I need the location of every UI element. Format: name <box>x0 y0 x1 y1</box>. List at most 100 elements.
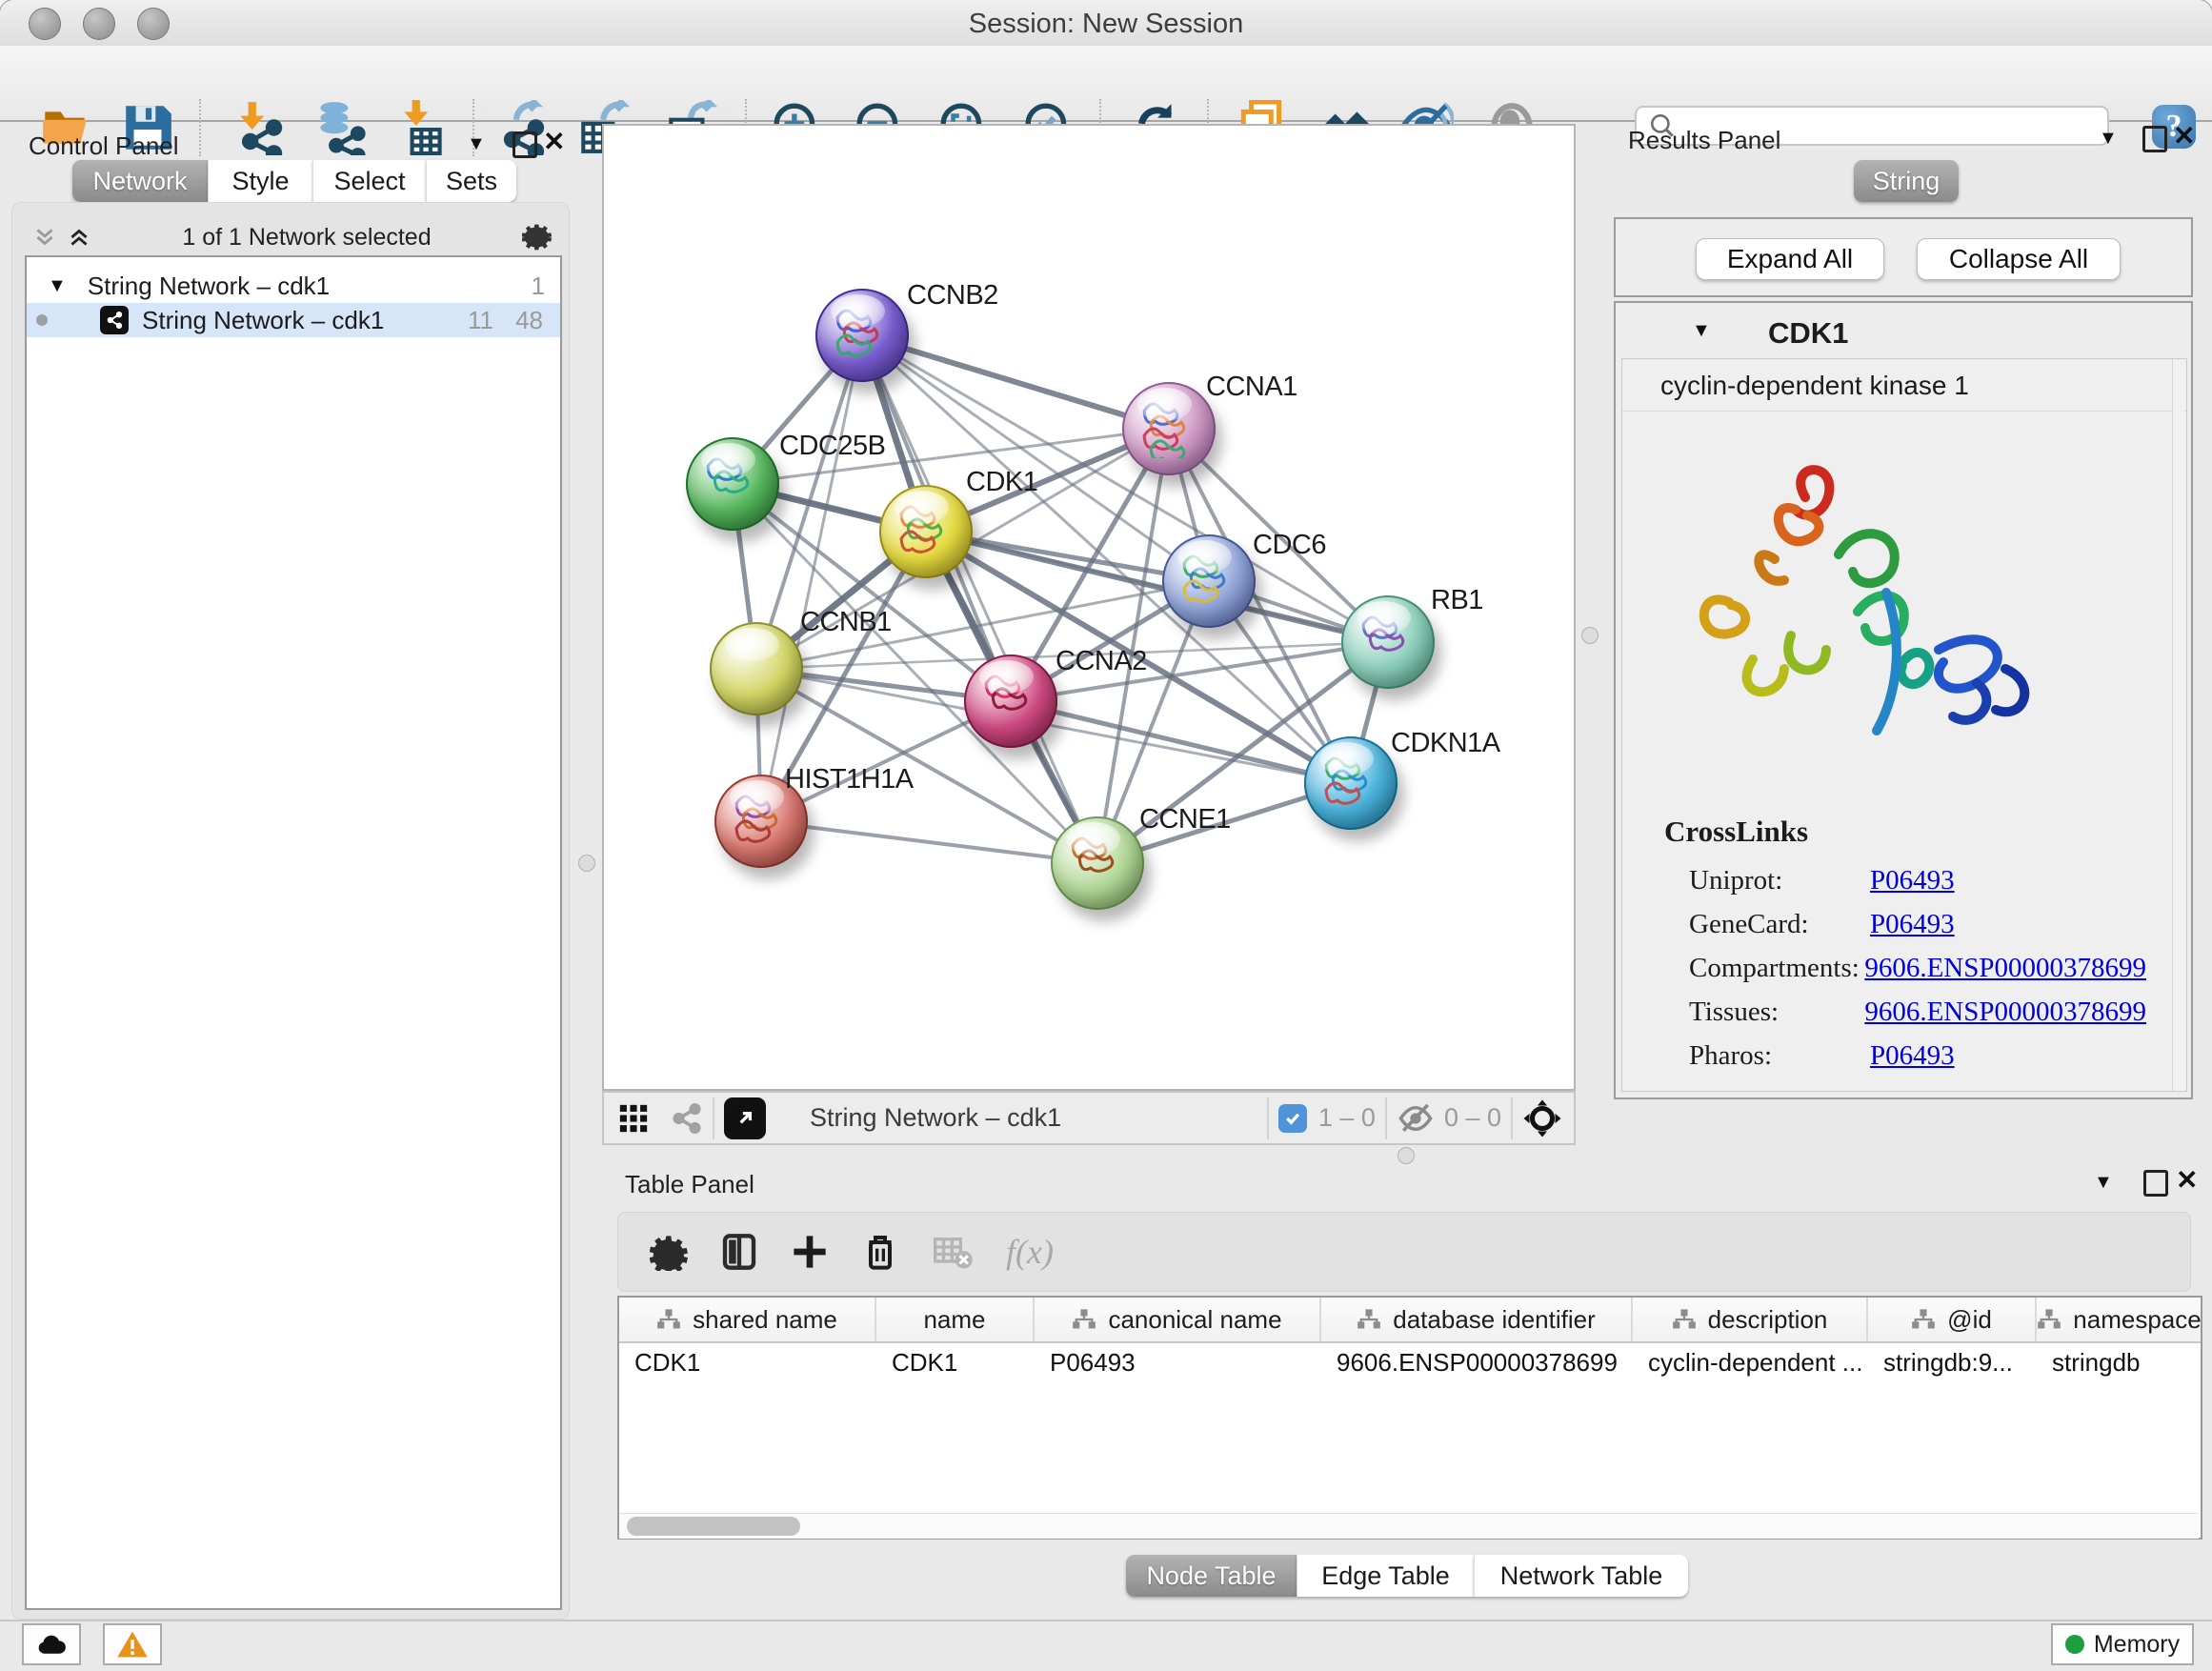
table-row: CDK1CDK1P064939606.ENSP00000378699cyclin… <box>619 1343 2201 1381</box>
cloud-button[interactable] <box>22 1623 81 1665</box>
separator <box>1267 1097 1269 1139</box>
tab-network[interactable]: Network <box>72 160 208 202</box>
edge-HIST1H1A-CCNE1[interactable] <box>761 821 1097 863</box>
node-RB1[interactable] <box>1341 595 1435 689</box>
column-header-description[interactable]: description <box>1633 1298 1868 1341</box>
import-network-from-file-icon[interactable] <box>232 100 288 155</box>
grid-icon[interactable] <box>617 1102 650 1135</box>
results-scrollbar[interactable] <box>2172 359 2184 1091</box>
tab-style[interactable]: Style <box>208 160 312 202</box>
hierarchy-icon <box>1072 1308 1096 1331</box>
collapse-all-button[interactable]: Collapse All <box>1917 238 2121 280</box>
node-CDC25B[interactable] <box>686 437 779 531</box>
crosslink-value-link[interactable]: 9606.ENSP00000378699 <box>1864 953 2146 984</box>
column-header-namespace[interactable]: namespace <box>2037 1298 2202 1341</box>
delete-column-icon[interactable] <box>861 1233 899 1271</box>
import-table-icon[interactable] <box>396 100 452 155</box>
left-splitter-handle[interactable] <box>578 855 595 872</box>
crosshair-icon[interactable] <box>1522 1098 1562 1138</box>
tree-expand-icon[interactable]: ▼ <box>48 275 67 297</box>
node-highlight <box>1066 822 1120 856</box>
results-panel-float-icon[interactable] <box>2142 126 2167 152</box>
memory-status-dot <box>2065 1635 2084 1654</box>
column-header-database-identifier[interactable]: database identifier <box>1321 1298 1633 1341</box>
tab-select[interactable]: Select <box>312 160 426 202</box>
tab-string[interactable]: String <box>1854 160 1959 202</box>
hierarchy-icon <box>1357 1308 1381 1331</box>
table-panel-close-icon[interactable]: ✕ <box>2176 1170 2198 1191</box>
crosslink-value-link[interactable]: P06493 <box>1870 865 1955 896</box>
table-cell[interactable]: P06493 <box>1035 1348 1321 1378</box>
node-label-RB1: RB1 <box>1431 585 1483 616</box>
table-cell[interactable]: stringdb:9... <box>1868 1348 2037 1378</box>
node-CDKN1A[interactable] <box>1304 736 1398 830</box>
column-label: @id <box>1947 1305 1992 1335</box>
tab-network-table[interactable]: Network Table <box>1474 1555 1688 1597</box>
crosslink-value-link[interactable]: 9606.ENSP00000378699 <box>1864 997 2146 1028</box>
network-canvas[interactable]: CCNB2CCNA1CDC25BCDK1CDC6RB1CCNB1CCNA2CDK… <box>602 124 1576 1091</box>
divider <box>1622 411 2186 412</box>
entry-collapse-icon[interactable]: ▼ <box>1692 320 1711 342</box>
right-splitter-handle[interactable] <box>1581 627 1599 644</box>
table-body: CDK1CDK1P064939606.ENSP00000378699cyclin… <box>619 1343 2201 1381</box>
tab-edge-table[interactable]: Edge Table <box>1297 1555 1474 1597</box>
expand-all-icon[interactable] <box>67 225 91 250</box>
edge-CCNB2-CCNA1[interactable] <box>862 335 1169 429</box>
table-panel-float-icon[interactable] <box>2143 1170 2168 1197</box>
edge-CCNB2-HIST1H1A[interactable] <box>761 335 862 821</box>
table-cell[interactable]: cyclin-dependent ... <box>1633 1348 1868 1378</box>
control-panel-float-icon[interactable] <box>513 131 537 158</box>
results-panel-close-icon[interactable]: ✕ <box>2173 126 2195 147</box>
node-CCNB1[interactable] <box>710 622 803 715</box>
gear-icon[interactable] <box>522 222 553 252</box>
table-gear-icon[interactable] <box>650 1233 688 1271</box>
tab-node-table[interactable]: Node Table <box>1126 1555 1297 1597</box>
node-highlight <box>831 294 885 328</box>
edge-count: 48 <box>515 306 543 335</box>
column-header-canonical-name[interactable]: canonical name <box>1035 1298 1321 1341</box>
tab-sets[interactable]: Sets <box>426 160 516 202</box>
table-cell[interactable]: 9606.ENSP00000378699 <box>1321 1348 1633 1378</box>
expand-all-button[interactable]: Expand All <box>1696 238 1884 280</box>
column-header-name[interactable]: name <box>876 1298 1035 1341</box>
bottom-splitter-handle[interactable] <box>1398 1147 1415 1164</box>
collapse-all-icon[interactable] <box>32 225 57 250</box>
network-row[interactable]: String Network – cdk1 11 48 <box>27 303 560 337</box>
node-highlight <box>1177 540 1232 574</box>
table-cell[interactable]: stringdb <box>2037 1348 2202 1378</box>
birdseye-view-icon[interactable] <box>724 1097 766 1139</box>
memory-button[interactable]: Memory <box>2051 1623 2194 1665</box>
crosslink-value-link[interactable]: P06493 <box>1870 909 1955 940</box>
node-CCNB2[interactable] <box>815 289 909 382</box>
delete-table-icon-disabled <box>932 1233 974 1271</box>
table-cell[interactable]: CDK1 <box>876 1348 1035 1378</box>
crosslink-row: Pharos:P06493 <box>1689 1034 2146 1077</box>
column-header--id[interactable]: @id <box>1868 1298 2037 1341</box>
import-network-from-database-icon[interactable] <box>311 100 366 155</box>
crosslink-value-link[interactable]: P06493 <box>1870 1040 1955 1072</box>
node-highlight <box>1137 388 1192 421</box>
table-panel-collapse-icon[interactable]: ▼ <box>2094 1172 2113 1194</box>
node-CDK1[interactable] <box>879 485 973 578</box>
share-icon[interactable] <box>671 1102 703 1135</box>
control-panel-collapse-icon[interactable]: ▼ <box>467 133 486 155</box>
node-CCNE1[interactable] <box>1051 816 1144 910</box>
node-CCNA1[interactable] <box>1122 382 1216 475</box>
add-column-icon[interactable] <box>791 1233 829 1271</box>
table-hscrollbar <box>619 1513 2199 1539</box>
node-CDC6[interactable] <box>1162 534 1256 628</box>
control-panel-close-icon[interactable]: ✕ <box>543 131 565 152</box>
results-panel-collapse-icon[interactable]: ▼ <box>2099 128 2118 150</box>
node-CCNA2[interactable] <box>964 654 1057 748</box>
selected-nodes-checkbox[interactable] <box>1278 1104 1307 1133</box>
function-builder-icon-disabled: f(x) <box>1006 1232 1054 1272</box>
network-collection-row[interactable]: ▼ String Network – cdk1 1 <box>27 269 560 303</box>
table-hscrollbar-thumb[interactable] <box>627 1517 800 1536</box>
table-cell[interactable]: CDK1 <box>619 1348 876 1378</box>
current-network-title: String Network – cdk1 <box>810 1103 1061 1133</box>
warning-button[interactable] <box>103 1623 162 1665</box>
node-highlight <box>1319 742 1374 775</box>
table-toolbar: f(x) <box>617 1212 2191 1292</box>
columns-icon[interactable] <box>720 1233 758 1271</box>
column-header-shared-name[interactable]: shared name <box>619 1298 876 1341</box>
